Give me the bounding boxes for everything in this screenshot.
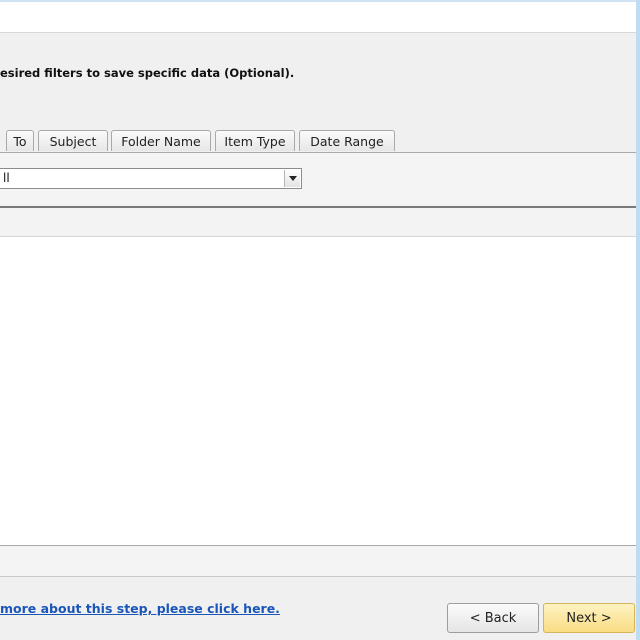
filter-select[interactable]: ll: [0, 168, 302, 189]
tab-subject[interactable]: Subject: [38, 130, 108, 151]
filter-tabs: To Subject Folder Name Item Type Date Ra…: [0, 130, 636, 153]
filter-select-value: ll: [3, 171, 10, 185]
status-bar: [0, 546, 636, 577]
items-list[interactable]: [0, 237, 636, 546]
next-button[interactable]: Next >: [543, 603, 635, 633]
filter-panel: ll: [0, 153, 636, 205]
tab-to[interactable]: To: [6, 130, 34, 151]
title-strip: [0, 0, 636, 33]
step-instruction: esired filters to save specific data (Op…: [0, 66, 295, 80]
tab-folder-name[interactable]: Folder Name: [111, 130, 211, 151]
back-button[interactable]: < Back: [447, 603, 539, 633]
chevron-down-icon[interactable]: [284, 170, 300, 187]
help-link[interactable]: more about this step, please click here.: [0, 601, 280, 616]
tab-date-range[interactable]: Date Range: [299, 130, 395, 151]
list-header: [0, 208, 636, 237]
wizard-window: esired filters to save specific data (Op…: [0, 0, 640, 640]
tab-item-type[interactable]: Item Type: [215, 130, 295, 151]
